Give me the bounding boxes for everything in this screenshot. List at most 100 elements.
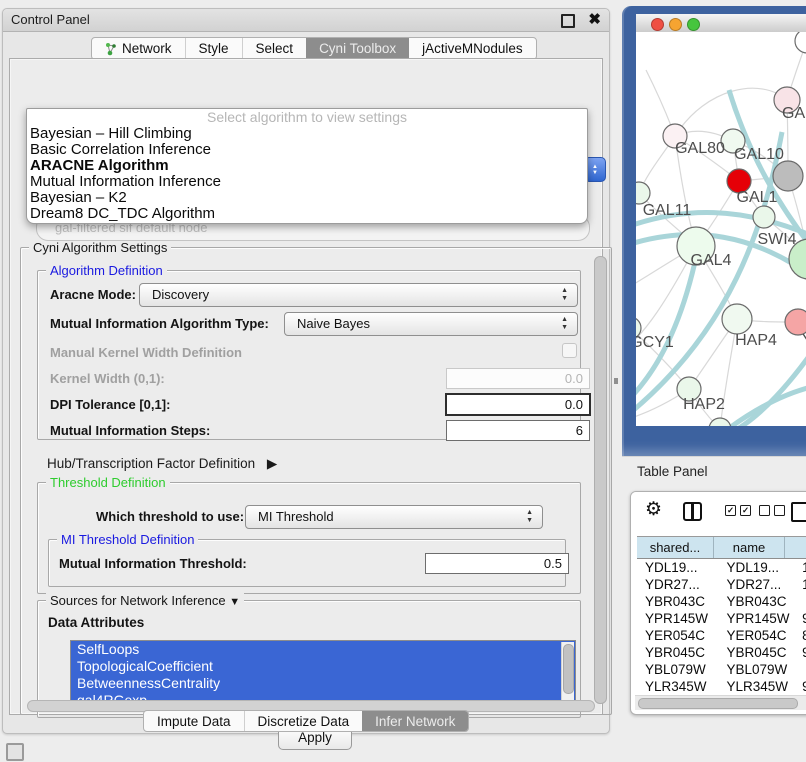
network-edge xyxy=(636,132,782,418)
columns-icon[interactable] xyxy=(683,502,702,521)
network-canvas[interactable]: GALGAL80GAL10GAL1GAL11SWI4GAL4GCY1HAP4YH… xyxy=(636,32,806,426)
tab-label: Network xyxy=(122,41,172,56)
algorithm-option-mutual-information-inference[interactable]: Mutual Information Inference xyxy=(27,174,587,190)
kernel-width-field[interactable]: 0.0 xyxy=(446,368,590,389)
network-window: GALGAL80GAL10GAL1GAL11SWI4GAL4GCY1HAP4YH… xyxy=(622,6,806,456)
network-window-titlebar[interactable] xyxy=(636,14,806,33)
node-label-swi4: SWI4 xyxy=(757,231,796,248)
mi-threshold-field[interactable]: 0.5 xyxy=(425,553,569,574)
zoom-traffic-light[interactable] xyxy=(687,18,700,31)
column-header-a[interactable]: A xyxy=(785,537,806,558)
control-panel-titlebar[interactable]: Control Panel ✖ xyxy=(3,9,609,32)
tab-label: Impute Data xyxy=(157,714,231,729)
close-traffic-light[interactable] xyxy=(651,18,664,31)
dpi-tolerance-field[interactable]: 0.0 xyxy=(445,393,591,416)
table-row[interactable]: YER054CYER054C8. xyxy=(637,627,806,644)
algorithm-option-basic-correlation-inference[interactable]: Basic Correlation Inference xyxy=(27,142,587,158)
collapse-down-icon: ▼ xyxy=(229,596,240,608)
table-cell: 8. xyxy=(794,627,806,644)
window-title: Control Panel xyxy=(11,12,90,27)
attribute-item-selfloops[interactable]: SelfLoops xyxy=(71,641,575,658)
network-node[interactable] xyxy=(722,304,752,334)
table-cell: YBR045C xyxy=(718,644,794,661)
manual-kernel-label: Manual Kernel Width Definition xyxy=(50,345,242,360)
attribute-item-betweennesscentrality[interactable]: BetweennessCentrality xyxy=(71,675,575,692)
bottom-tab-discretize-data[interactable]: Discretize Data xyxy=(244,711,363,731)
network-node[interactable] xyxy=(753,206,775,228)
table-row[interactable]: YDR27...YDR27...12 xyxy=(637,576,806,593)
bottom-tab-impute-data[interactable]: Impute Data xyxy=(144,711,244,731)
mi-steps-field[interactable]: 6 xyxy=(446,420,590,441)
float-window-icon[interactable] xyxy=(561,14,575,28)
which-threshold-value: MI Threshold xyxy=(258,509,334,524)
attribute-item-topologicalcoefficient[interactable]: TopologicalCoefficient xyxy=(71,658,575,675)
minimized-panel-icon[interactable] xyxy=(6,743,24,761)
network-icon xyxy=(105,42,117,56)
table-cell: YDR27... xyxy=(637,576,718,593)
tab-style[interactable]: Style xyxy=(185,38,242,59)
panel-resize-handle[interactable] xyxy=(614,378,618,384)
table-row[interactable]: YBR045CYBR045C9. xyxy=(637,644,806,661)
algorithm-option-bayesian-hill-climbing[interactable]: Bayesian – Hill Climbing xyxy=(27,126,587,142)
algorithm-option-aracne-algorithm[interactable]: ARACNE Algorithm xyxy=(27,158,587,174)
column-header-shared-[interactable]: shared... xyxy=(637,537,714,558)
table-row[interactable]: YLR345WYLR345W9. xyxy=(637,678,806,695)
column-header-name[interactable]: name xyxy=(714,537,785,558)
table-row[interactable]: YBR043CYBR043C xyxy=(637,593,806,610)
tab-cyni-toolbox[interactable]: Cyni Toolbox xyxy=(306,38,409,59)
algorithm-dropdown-popup: Select algorithm to view settings Bayesi… xyxy=(26,108,588,224)
table-toolbar: ⚙ ✓✓ xyxy=(631,492,806,534)
deselect-all-icon[interactable] xyxy=(759,505,785,516)
control-panel-window: Control Panel ✖ Network Style Select Cyni T… xyxy=(2,8,610,734)
gear-icon[interactable]: ⚙ xyxy=(645,498,662,521)
table-cell: 12 xyxy=(794,576,806,593)
node-label-gal: GAL xyxy=(782,105,806,122)
node-label-y: Y xyxy=(802,332,806,349)
algorithm-option-bayesian-k2[interactable]: Bayesian – K2 xyxy=(27,190,587,206)
mi-type-combobox[interactable]: Naive Bayes ▲▼ xyxy=(284,312,578,336)
close-window-icon[interactable]: ✖ xyxy=(588,10,601,28)
select-all-icon[interactable]: ✓✓ xyxy=(725,505,751,516)
page-icon[interactable] xyxy=(791,502,806,522)
control-panel-tabs: Network Style Select Cyni Toolbox jActiveMNo… xyxy=(91,37,537,60)
settings-vertical-scrollbar[interactable] xyxy=(594,256,607,704)
table-cell: YBR045C xyxy=(637,644,718,661)
table-header-row: shared...nameA xyxy=(637,536,806,559)
tab-label: Style xyxy=(199,41,229,56)
node-label-gcy1: GCY1 xyxy=(636,334,674,351)
table-row[interactable]: YPR145WYPR145W9. xyxy=(637,610,806,627)
network-node[interactable] xyxy=(709,418,731,426)
table-row[interactable]: YBL079WYBL079W xyxy=(637,661,806,678)
sources-group-title[interactable]: Sources for Network Inference ▼ xyxy=(46,593,244,608)
table-cell: 9. xyxy=(794,644,806,661)
network-node[interactable] xyxy=(795,32,806,53)
table-hscroll-track xyxy=(635,695,806,710)
table-cell: 13 xyxy=(794,559,806,576)
tab-network[interactable]: Network xyxy=(92,38,185,59)
tab-jactivemnodules[interactable]: jActiveMNodules xyxy=(409,38,536,59)
cyni-bottom-tabs: Impute Data Discretize DataInfer Network xyxy=(143,710,469,732)
network-node[interactable] xyxy=(636,182,650,204)
table-row[interactable]: YDL19...YDL19...13 xyxy=(637,559,806,576)
node-label-gal1: GAL1 xyxy=(737,189,778,206)
tab-select[interactable]: Select xyxy=(242,38,307,59)
bottom-tab-infer-network[interactable]: Infer Network xyxy=(362,711,468,731)
node-label-hap4: HAP4 xyxy=(735,332,777,349)
cyni-toolbox-panel: ▲▼ gal-filtered sif default node Select … xyxy=(9,58,603,715)
algorithm-option-dream8-dc-tdc-algorithm[interactable]: Dream8 DC_TDC Algorithm xyxy=(27,206,587,222)
hub-definition-toggle[interactable]: Hub/Transcription Factor Definition ▶ xyxy=(47,456,277,472)
panel-divider xyxy=(622,456,806,457)
table-cell: 9. xyxy=(794,610,806,627)
manual-kernel-checkbox[interactable] xyxy=(562,343,577,358)
tab-label: jActiveMNodules xyxy=(422,41,523,56)
table-window: ⚙ ✓✓ shared...nameA YDL19...YDL19...13YD… xyxy=(630,491,806,715)
network-node[interactable] xyxy=(773,161,803,191)
table-horizontal-scrollbar[interactable] xyxy=(638,698,798,709)
aracne-mode-combobox[interactable]: Discovery ▲▼ xyxy=(139,283,578,307)
node-label-gal4: GAL4 xyxy=(691,252,732,269)
table-cell xyxy=(794,593,806,610)
minimize-traffic-light[interactable] xyxy=(669,18,682,31)
table-cell: YBR043C xyxy=(718,593,794,610)
tab-label: Cyni Toolbox xyxy=(319,41,396,56)
which-threshold-combobox[interactable]: MI Threshold ▲▼ xyxy=(245,505,543,529)
